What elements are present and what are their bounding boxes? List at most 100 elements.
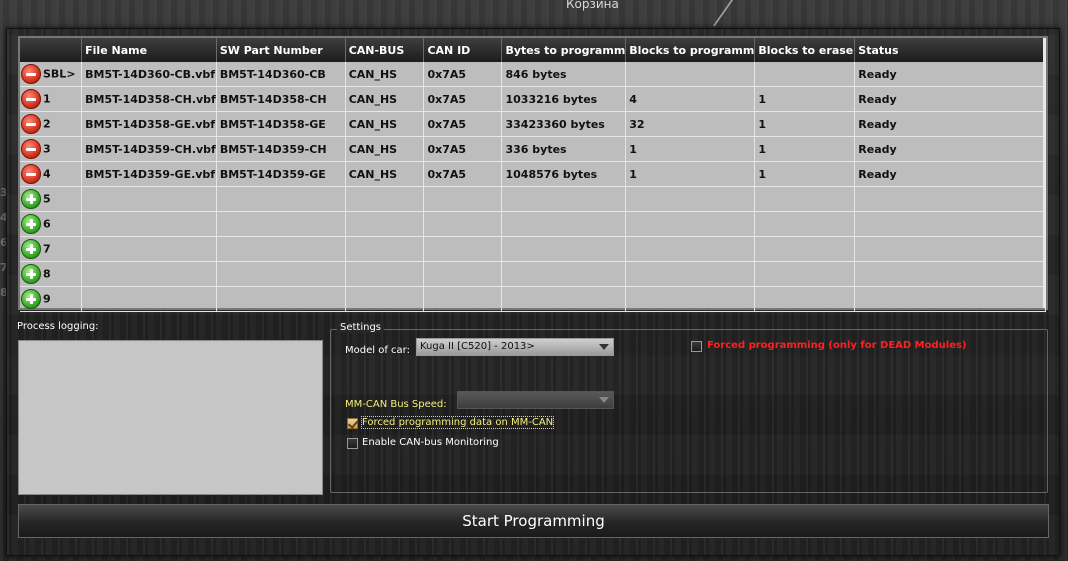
bytes-cell[interactable]: 33423360 bytes <box>501 111 627 137</box>
column-header-blocks[interactable]: Blocks to programm <box>625 38 756 62</box>
table-row[interactable]: 9 <box>20 286 1046 312</box>
can-id-cell[interactable] <box>423 211 503 237</box>
blocks-cell[interactable]: 32 <box>625 111 756 137</box>
remove-row-icon[interactable] <box>21 64 41 84</box>
table-row[interactable]: 6 <box>20 211 1046 237</box>
can-id-cell[interactable] <box>423 236 503 262</box>
remove-row-icon[interactable] <box>21 139 41 159</box>
sw-part-cell[interactable]: BM5T-14D358-CH <box>216 86 346 112</box>
process-logging-box[interactable] <box>18 340 323 495</box>
file-name-cell[interactable] <box>81 286 217 312</box>
column-header-status[interactable]: Status <box>854 38 1046 62</box>
remove-row-icon[interactable] <box>21 164 41 184</box>
status-cell[interactable] <box>854 236 1046 262</box>
erase-cell[interactable] <box>754 261 856 287</box>
bytes-cell[interactable] <box>501 236 627 262</box>
desktop-trash-label[interactable]: Корзина <box>566 0 619 11</box>
can-bus-cell[interactable] <box>345 261 425 287</box>
file-name-cell[interactable]: BM5T-14D358-GE.vbf <box>81 111 217 137</box>
can-id-cell[interactable]: 0x7A5 <box>423 62 503 87</box>
blocks-cell[interactable]: 4 <box>625 86 756 112</box>
model-of-car-select[interactable]: Kuga II [C520] - 2013> <box>416 338 614 356</box>
mm-can-bus-speed-select[interactable] <box>457 391 614 409</box>
blocks-cell[interactable] <box>625 261 756 287</box>
can-bus-cell[interactable]: CAN_HS <box>345 136 425 162</box>
status-cell[interactable] <box>854 261 1046 287</box>
table-row[interactable]: SBL> BM5T-14D360-CB.vbf BM5T-14D360-CB C… <box>20 62 1046 87</box>
status-cell[interactable] <box>854 211 1046 237</box>
blocks-cell[interactable] <box>625 236 756 262</box>
grid-scrollbar-edge[interactable] <box>1043 38 1046 308</box>
can-id-cell[interactable]: 0x7A5 <box>423 86 503 112</box>
can-id-cell[interactable] <box>423 261 503 287</box>
sw-part-cell[interactable]: BM5T-14D358-GE <box>216 111 346 137</box>
can-bus-cell[interactable] <box>345 236 425 262</box>
can-id-cell[interactable]: 0x7A5 <box>423 111 503 137</box>
column-header-sw-part-number[interactable]: SW Part Number <box>216 38 346 62</box>
file-name-cell[interactable] <box>81 261 217 287</box>
status-cell[interactable]: Ready <box>854 62 1046 87</box>
bytes-cell[interactable] <box>501 211 627 237</box>
can-id-cell[interactable] <box>423 186 503 212</box>
blocks-cell[interactable] <box>625 62 756 87</box>
add-row-icon[interactable] <box>21 289 41 309</box>
bytes-cell[interactable]: 1048576 bytes <box>501 161 627 187</box>
table-row[interactable]: 1 BM5T-14D358-CH.vbf BM5T-14D358-CH CAN_… <box>20 86 1046 112</box>
blocks-cell[interactable]: 1 <box>625 161 756 187</box>
can-id-cell[interactable]: 0x7A5 <box>423 136 503 162</box>
file-name-cell[interactable]: BM5T-14D359-GE.vbf <box>81 161 217 187</box>
forced-mm-can-label[interactable]: Forced programming data on MM-CAN <box>360 416 555 429</box>
add-row-icon[interactable] <box>21 239 41 259</box>
erase-cell[interactable] <box>754 211 856 237</box>
column-header-file-name[interactable]: File Name <box>81 38 217 62</box>
sw-part-cell[interactable] <box>216 261 346 287</box>
can-bus-cell[interactable]: CAN_HS <box>345 86 425 112</box>
can-bus-cell[interactable] <box>345 211 425 237</box>
bytes-cell[interactable] <box>501 261 627 287</box>
erase-cell[interactable] <box>754 286 856 312</box>
column-header-erase[interactable]: Blocks to erase <box>754 38 856 62</box>
file-name-cell[interactable]: BM5T-14D360-CB.vbf <box>81 62 217 87</box>
column-header-can-bus[interactable]: CAN-BUS <box>345 38 425 62</box>
blocks-cell[interactable] <box>625 211 756 237</box>
file-name-cell[interactable]: BM5T-14D358-CH.vbf <box>81 86 217 112</box>
sw-part-cell[interactable] <box>216 186 346 212</box>
bytes-cell[interactable]: 1033216 bytes <box>501 86 627 112</box>
bytes-cell[interactable]: 846 bytes <box>501 62 627 87</box>
blocks-cell[interactable] <box>625 186 756 212</box>
erase-cell[interactable]: 1 <box>754 161 856 187</box>
can-bus-cell[interactable]: CAN_HS <box>345 62 425 87</box>
remove-row-icon[interactable] <box>21 114 41 134</box>
erase-cell[interactable] <box>754 186 856 212</box>
status-cell[interactable]: Ready <box>854 161 1046 187</box>
can-bus-cell[interactable] <box>345 286 425 312</box>
status-cell[interactable] <box>854 286 1046 312</box>
sw-part-cell[interactable] <box>216 236 346 262</box>
blocks-cell[interactable]: 1 <box>625 136 756 162</box>
bytes-cell[interactable] <box>501 286 627 312</box>
start-programming-button[interactable]: Start Programming <box>18 504 1049 538</box>
add-row-icon[interactable] <box>21 189 41 209</box>
column-header-bytes[interactable]: Bytes to programm <box>501 38 627 62</box>
file-name-cell[interactable]: BM5T-14D359-CH.vbf <box>81 136 217 162</box>
sw-part-cell[interactable] <box>216 211 346 237</box>
can-id-cell[interactable] <box>423 286 503 312</box>
can-bus-monitoring-label[interactable]: Enable CAN-bus Monitoring <box>362 437 499 448</box>
bytes-cell[interactable]: 336 bytes <box>501 136 627 162</box>
sw-part-cell[interactable]: BM5T-14D359-CH <box>216 136 346 162</box>
add-row-icon[interactable] <box>21 264 41 284</box>
table-row[interactable]: 7 <box>20 236 1046 262</box>
sw-part-cell[interactable]: BM5T-14D359-GE <box>216 161 346 187</box>
erase-cell[interactable]: 1 <box>754 111 856 137</box>
can-id-cell[interactable]: 0x7A5 <box>423 161 503 187</box>
table-row[interactable]: 2 BM5T-14D358-GE.vbf BM5T-14D358-GE CAN_… <box>20 111 1046 137</box>
column-header-index[interactable] <box>20 38 83 62</box>
table-row[interactable]: 5 <box>20 186 1046 212</box>
sw-part-cell[interactable] <box>216 286 346 312</box>
can-bus-cell[interactable] <box>345 186 425 212</box>
blocks-cell[interactable] <box>625 286 756 312</box>
bytes-cell[interactable] <box>501 186 627 212</box>
forced-programming-checkbox[interactable] <box>691 341 702 352</box>
file-name-cell[interactable] <box>81 186 217 212</box>
can-bus-cell[interactable]: CAN_HS <box>345 111 425 137</box>
